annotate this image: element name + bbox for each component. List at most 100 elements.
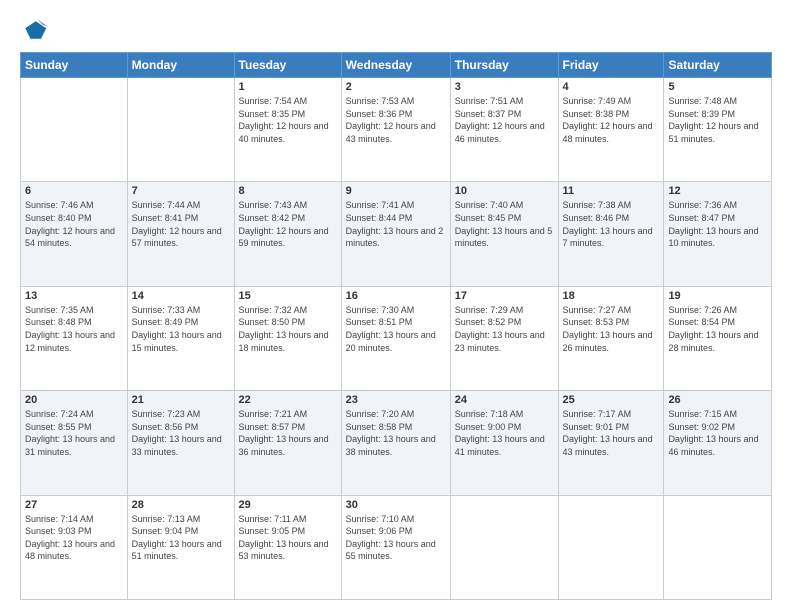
day-number: 25 [563, 394, 660, 406]
day-cell: 15 Sunrise: 7:32 AM Sunset: 8:50 PM Dayli… [234, 286, 341, 390]
day-cell: 9Sunrise: 7:41 AM Sunset: 8:44 PM Daylig… [341, 182, 450, 286]
day-number: 8 [239, 185, 337, 197]
day-number: 2 [346, 81, 446, 93]
day-info: Sunrise: 7:41 AM Sunset: 8:44 PM Dayligh… [346, 199, 446, 249]
day-number: 3 [455, 81, 554, 93]
day-number: 5 [668, 81, 767, 93]
day-number: 14 [132, 290, 230, 302]
day-number: 24 [455, 394, 554, 406]
day-number: 13 [25, 290, 123, 302]
day-info: Sunrise: 7:46 AM Sunset: 8:40 PM Dayligh… [25, 199, 123, 249]
day-header-saturday: Saturday [664, 53, 772, 78]
day-number: 22 [239, 394, 337, 406]
day-header-tuesday: Tuesday [234, 53, 341, 78]
day-cell: 30 Sunrise: 7:10 AM Sunset: 9:06 PM Dayli… [341, 495, 450, 599]
day-number: 16 [346, 290, 446, 302]
day-cell: 29 Sunrise: 7:11 AM Sunset: 9:05 PM Dayli… [234, 495, 341, 599]
day-cell: 5Sunrise: 7:48 AM Sunset: 8:39 PM Daylig… [664, 78, 772, 182]
day-number: 26 [668, 394, 767, 406]
day-number: 4 [563, 81, 660, 93]
day-cell: 14 Sunrise: 7:33 AM Sunset: 8:49 PM Dayli… [127, 286, 234, 390]
day-header-thursday: Thursday [450, 53, 558, 78]
day-info: Sunrise: 7:21 AM Sunset: 8:57 PM Dayligh… [239, 408, 337, 458]
day-cell [664, 495, 772, 599]
day-cell: 2 Sunrise: 7:53 AM Sunset: 8:36 PM Daylig… [341, 78, 450, 182]
calendar-header: SundayMondayTuesdayWednesdayThursdayFrid… [21, 53, 772, 78]
day-number: 12 [668, 185, 767, 197]
day-cell: 22 Sunrise: 7:21 AM Sunset: 8:57 PM Dayli… [234, 391, 341, 495]
day-number: 28 [132, 499, 230, 511]
day-number: 11 [563, 185, 660, 197]
day-info: Sunrise: 7:20 AM Sunset: 8:58 PM Dayligh… [346, 408, 446, 458]
day-info: Sunrise: 7:24 AM Sunset: 8:55 PM Dayligh… [25, 408, 123, 458]
day-info: Sunrise: 7:51 AM Sunset: 8:37 PM Dayligh… [455, 95, 554, 145]
day-number: 18 [563, 290, 660, 302]
week-row-2: 6Sunrise: 7:46 AM Sunset: 8:40 PM Daylig… [21, 182, 772, 286]
day-cell: 1Sunrise: 7:54 AM Sunset: 8:35 PM Daylig… [234, 78, 341, 182]
day-cell: 12 Sunrise: 7:36 AM Sunset: 8:47 PM Dayli… [664, 182, 772, 286]
day-cell: 4 Sunrise: 7:49 AM Sunset: 8:38 PM Daylig… [558, 78, 664, 182]
day-cell: 7 Sunrise: 7:44 AM Sunset: 8:41 PM Daylig… [127, 182, 234, 286]
day-info: Sunrise: 7:40 AM Sunset: 8:45 PM Dayligh… [455, 199, 554, 249]
day-info: Sunrise: 7:35 AM Sunset: 8:48 PM Dayligh… [25, 304, 123, 354]
day-info: Sunrise: 7:11 AM Sunset: 9:05 PM Dayligh… [239, 513, 337, 563]
week-row-1: 1Sunrise: 7:54 AM Sunset: 8:35 PM Daylig… [21, 78, 772, 182]
day-cell: 10 Sunrise: 7:40 AM Sunset: 8:45 PM Dayli… [450, 182, 558, 286]
day-cell [558, 495, 664, 599]
header [20, 16, 772, 44]
day-cell: 23 Sunrise: 7:20 AM Sunset: 8:58 PM Dayli… [341, 391, 450, 495]
week-row-3: 13 Sunrise: 7:35 AM Sunset: 8:48 PM Dayli… [21, 286, 772, 390]
day-cell [450, 495, 558, 599]
day-info: Sunrise: 7:43 AM Sunset: 8:42 PM Dayligh… [239, 199, 337, 249]
day-header-sunday: Sunday [21, 53, 128, 78]
day-info: Sunrise: 7:10 AM Sunset: 9:06 PM Dayligh… [346, 513, 446, 563]
day-cell: 28 Sunrise: 7:13 AM Sunset: 9:04 PM Dayli… [127, 495, 234, 599]
week-row-5: 27Sunrise: 7:14 AM Sunset: 9:03 PM Dayli… [21, 495, 772, 599]
day-cell: 18Sunrise: 7:27 AM Sunset: 8:53 PM Dayli… [558, 286, 664, 390]
day-number: 19 [668, 290, 767, 302]
day-cell: 11 Sunrise: 7:38 AM Sunset: 8:46 PM Dayli… [558, 182, 664, 286]
day-info: Sunrise: 7:53 AM Sunset: 8:36 PM Dayligh… [346, 95, 446, 145]
header-row: SundayMondayTuesdayWednesdayThursdayFrid… [21, 53, 772, 78]
day-number: 20 [25, 394, 123, 406]
day-number: 15 [239, 290, 337, 302]
day-cell: 13 Sunrise: 7:35 AM Sunset: 8:48 PM Dayli… [21, 286, 128, 390]
day-info: Sunrise: 7:29 AM Sunset: 8:52 PM Dayligh… [455, 304, 554, 354]
day-cell: 3 Sunrise: 7:51 AM Sunset: 8:37 PM Daylig… [450, 78, 558, 182]
calendar-body: 1Sunrise: 7:54 AM Sunset: 8:35 PM Daylig… [21, 78, 772, 600]
day-info: Sunrise: 7:26 AM Sunset: 8:54 PM Dayligh… [668, 304, 767, 354]
logo-icon [20, 16, 48, 44]
day-cell: 21 Sunrise: 7:23 AM Sunset: 8:56 PM Dayli… [127, 391, 234, 495]
day-info: Sunrise: 7:13 AM Sunset: 9:04 PM Dayligh… [132, 513, 230, 563]
day-cell: 8 Sunrise: 7:43 AM Sunset: 8:42 PM Daylig… [234, 182, 341, 286]
day-info: Sunrise: 7:23 AM Sunset: 8:56 PM Dayligh… [132, 408, 230, 458]
day-cell: 16Sunrise: 7:30 AM Sunset: 8:51 PM Dayli… [341, 286, 450, 390]
day-number: 30 [346, 499, 446, 511]
day-number: 27 [25, 499, 123, 511]
day-header-friday: Friday [558, 53, 664, 78]
day-cell [127, 78, 234, 182]
day-number: 23 [346, 394, 446, 406]
day-cell: 19 Sunrise: 7:26 AM Sunset: 8:54 PM Dayli… [664, 286, 772, 390]
calendar-table: SundayMondayTuesdayWednesdayThursdayFrid… [20, 52, 772, 600]
day-info: Sunrise: 7:44 AM Sunset: 8:41 PM Dayligh… [132, 199, 230, 249]
day-number: 29 [239, 499, 337, 511]
day-info: Sunrise: 7:49 AM Sunset: 8:38 PM Dayligh… [563, 95, 660, 145]
day-info: Sunrise: 7:38 AM Sunset: 8:46 PM Dayligh… [563, 199, 660, 249]
day-cell: 24 Sunrise: 7:18 AM Sunset: 9:00 PM Dayli… [450, 391, 558, 495]
day-info: Sunrise: 7:54 AM Sunset: 8:35 PM Dayligh… [239, 95, 337, 145]
day-number: 21 [132, 394, 230, 406]
day-cell: 20 Sunrise: 7:24 AM Sunset: 8:55 PM Dayli… [21, 391, 128, 495]
day-cell: 25 Sunrise: 7:17 AM Sunset: 9:01 PM Dayli… [558, 391, 664, 495]
day-info: Sunrise: 7:18 AM Sunset: 9:00 PM Dayligh… [455, 408, 554, 458]
day-number: 7 [132, 185, 230, 197]
logo [20, 16, 52, 44]
day-cell: 27Sunrise: 7:14 AM Sunset: 9:03 PM Dayli… [21, 495, 128, 599]
page: SundayMondayTuesdayWednesdayThursdayFrid… [0, 0, 792, 612]
day-number: 10 [455, 185, 554, 197]
day-info: Sunrise: 7:36 AM Sunset: 8:47 PM Dayligh… [668, 199, 767, 249]
day-info: Sunrise: 7:17 AM Sunset: 9:01 PM Dayligh… [563, 408, 660, 458]
day-info: Sunrise: 7:33 AM Sunset: 8:49 PM Dayligh… [132, 304, 230, 354]
day-info: Sunrise: 7:32 AM Sunset: 8:50 PM Dayligh… [239, 304, 337, 354]
day-header-wednesday: Wednesday [341, 53, 450, 78]
